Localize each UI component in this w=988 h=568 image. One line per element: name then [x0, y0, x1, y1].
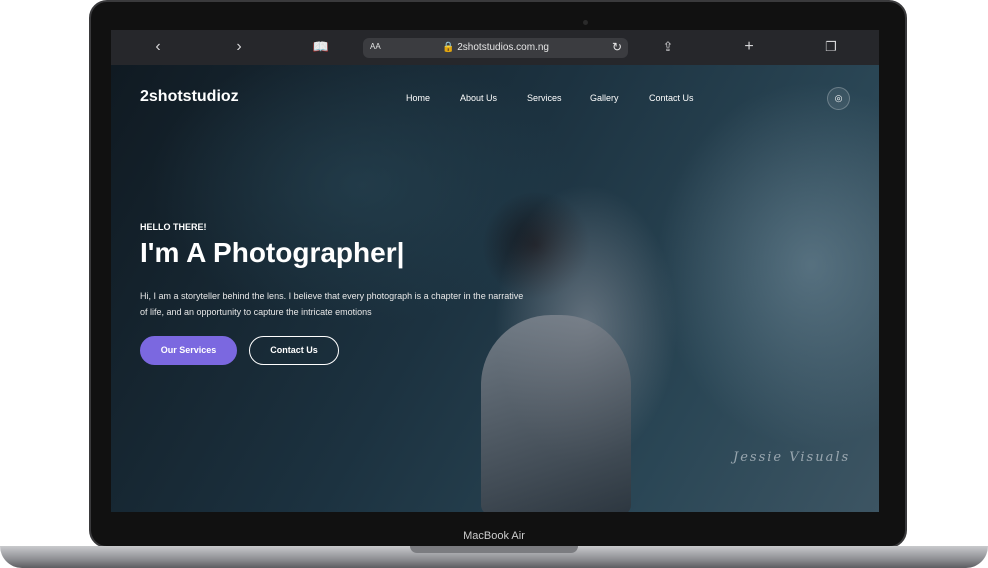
our-services-button[interactable]: Our Services [140, 336, 237, 365]
nav-about[interactable]: About Us [460, 93, 497, 103]
nav-gallery[interactable]: Gallery [590, 93, 619, 103]
new-tab-icon[interactable]: + [738, 37, 760, 57]
bookmarks-icon[interactable]: 📖 [310, 37, 332, 57]
nav-contact[interactable]: Contact Us [649, 93, 694, 103]
tabs-icon[interactable]: ❐ [820, 37, 842, 57]
hero-section: 2shotstudioz Home About Us Services Gall… [111, 65, 879, 512]
instagram-icon[interactable]: ◎ [827, 87, 850, 110]
nav-home[interactable]: Home [406, 93, 430, 103]
contact-us-button[interactable]: Contact Us [249, 336, 339, 365]
lock-icon: 🔒 [442, 42, 455, 53]
address-bar[interactable]: AA 🔒 2shotstudios.com.ng ↻ [363, 38, 628, 58]
back-icon[interactable]: ‹ [147, 37, 169, 57]
hero-description: Hi, I am a storyteller behind the lens. … [140, 291, 524, 317]
screen: ‹ › 📖 AA 🔒 2shotstudios.com.ng ↻ ⇪ + ❐ 2… [111, 30, 879, 512]
device-label: MacBook Air [463, 530, 525, 542]
camera [583, 20, 588, 25]
share-icon[interactable]: ⇪ [657, 37, 679, 57]
laptop-notch [410, 546, 578, 553]
hero-title: I'm A Photographer| [140, 237, 405, 268]
browser-toolbar: ‹ › 📖 AA 🔒 2shotstudios.com.ng ↻ ⇪ + ❐ [111, 30, 879, 65]
hero-eyebrow: HELLO THERE! [140, 222, 207, 232]
hero-photo-subject [481, 315, 631, 512]
url-text: 2shotstudios.com.ng [457, 42, 549, 53]
site-logo[interactable]: 2shotstudioz [140, 88, 239, 106]
forward-icon[interactable]: › [228, 37, 250, 57]
reload-icon[interactable]: ↻ [612, 40, 622, 54]
nav-services[interactable]: Services [527, 93, 562, 103]
watermark: Jessie Visuals [733, 450, 851, 465]
